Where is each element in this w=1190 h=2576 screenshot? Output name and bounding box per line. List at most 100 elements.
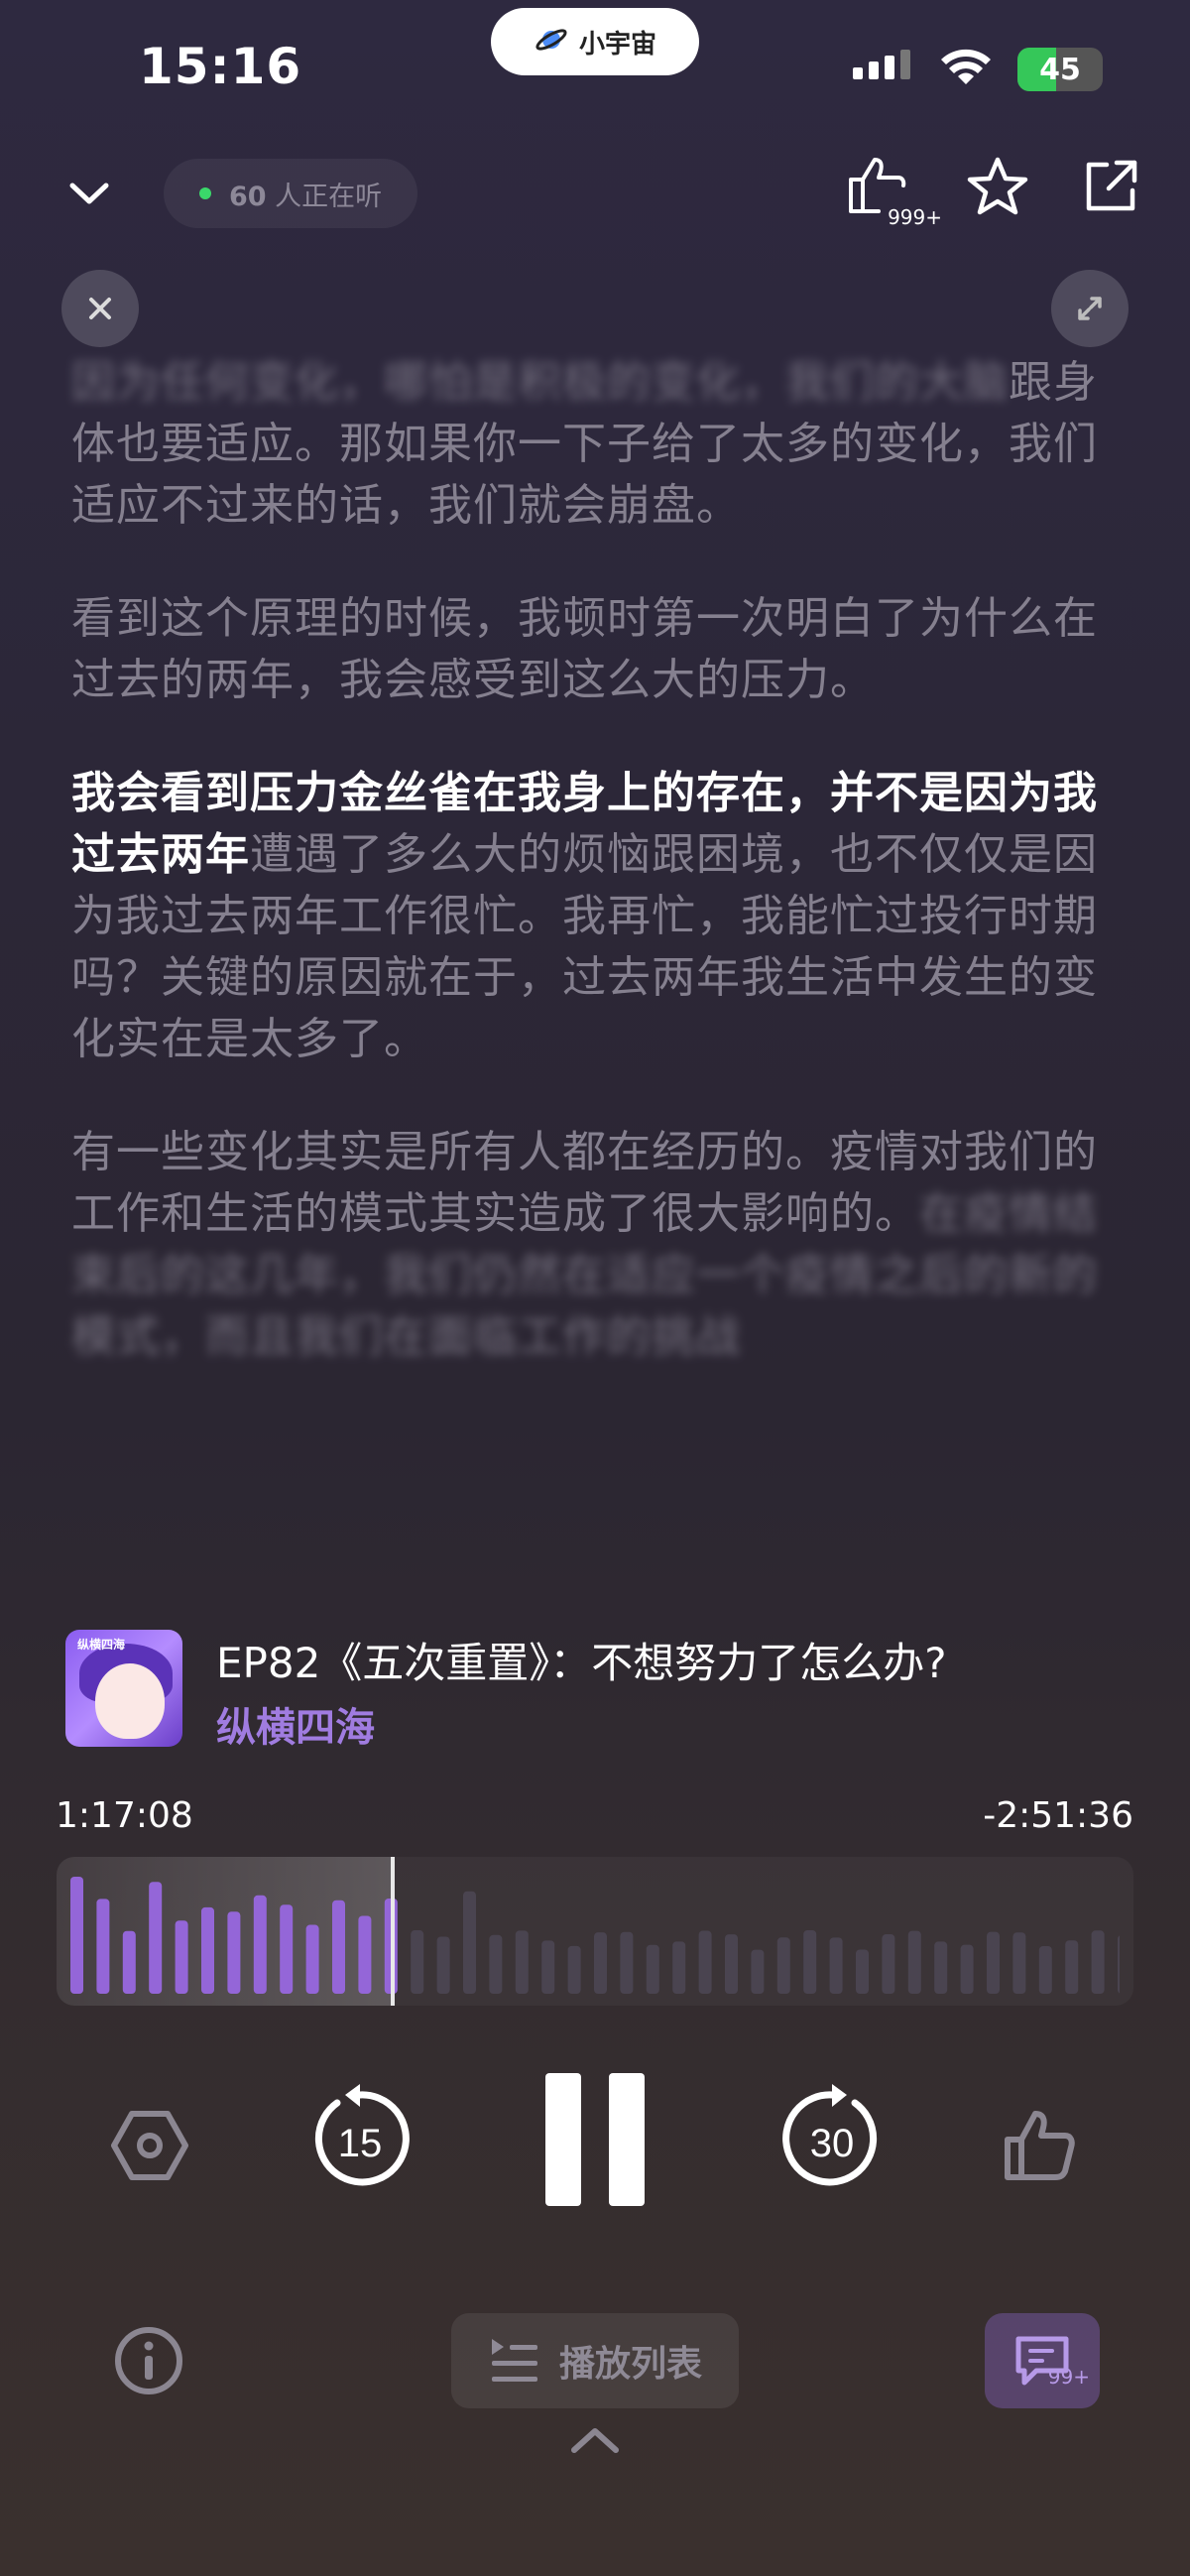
time-remaining: -2:51:36 xyxy=(983,1795,1133,1836)
waveform-scrubber[interactable] xyxy=(57,1857,1133,2006)
waveform-bar xyxy=(776,1937,790,1994)
cellular-signal-icon xyxy=(853,50,914,89)
transcript-faded-line: 因为任何变化，哪怕是积极的变化，我们的大脑 xyxy=(71,357,1009,408)
playback-controls: 15 30 xyxy=(0,2063,1190,2222)
episode-title[interactable]: EP82《五次重置》：不想努力了怎么办? xyxy=(216,1630,947,1690)
waveform-bar xyxy=(751,1949,765,1994)
waveform-bar xyxy=(567,1945,581,1994)
waveform-bar xyxy=(1091,1930,1105,1994)
waveform-bar xyxy=(960,1944,974,1994)
podcast-cover-art[interactable]: 纵横四海 xyxy=(65,1630,182,1747)
waveform-bar xyxy=(122,1930,136,1994)
waveform-bar xyxy=(987,1931,1000,1994)
waveform-bar xyxy=(907,1930,921,1994)
waveform-bar xyxy=(358,1915,372,1994)
transcript-paragraph-current: 我会看到压力金丝雀在我身上的存在，并不是因为我过去两年遭遇了多么大的烦恼跟困境，… xyxy=(71,763,1123,1070)
dynamic-island[interactable]: 小宇宙 xyxy=(491,8,699,75)
waveform-bar xyxy=(227,1911,241,1994)
waveform-bar xyxy=(332,1900,345,1994)
rewind-button[interactable]: 15 xyxy=(307,2083,413,2192)
waveform-bar xyxy=(1065,1940,1079,1994)
playlist-label: 播放列表 xyxy=(558,2344,702,2385)
info-icon xyxy=(115,2327,182,2394)
star-icon xyxy=(967,157,1028,215)
playlist-icon xyxy=(491,2339,537,2382)
expand-transcript-button[interactable] xyxy=(1051,270,1129,347)
comment-count-badge: 99+ xyxy=(1047,2365,1090,2389)
close-icon xyxy=(89,298,111,319)
waveform-bar xyxy=(411,1930,424,1994)
pause-icon xyxy=(545,2073,645,2206)
waveform-bar xyxy=(803,1930,817,1994)
rewind-15-icon: 15 xyxy=(314,2084,410,2186)
waveform-bar xyxy=(698,1930,712,1994)
waveform-bar xyxy=(672,1941,686,1994)
share-button[interactable] xyxy=(1081,157,1140,220)
battery-level: 45 xyxy=(1039,52,1081,87)
bottom-bar: 播放列表 99+ xyxy=(0,2301,1190,2420)
waveform-bar xyxy=(515,1930,529,1994)
waveform-bar xyxy=(436,1936,450,1994)
time-elapsed: 1:17:08 xyxy=(56,1795,193,1836)
rewind-seconds-label: 15 xyxy=(338,2122,383,2165)
transcript-paragraph: 有一些变化其实是所有人都在经历的。疫情对我们的工作和生活的模式其实造成了很大影响… xyxy=(71,1122,1123,1368)
transcript-text: 看到这个原理的时候，我顿时第一次明白了为什么在过去的两年，我会感受到这么大的压力… xyxy=(71,593,1098,705)
chevron-down-icon xyxy=(69,183,109,204)
playlist-button[interactable]: 播放列表 xyxy=(451,2313,739,2408)
waveform-bar xyxy=(489,1934,503,1994)
like-count-badge: 999+ xyxy=(888,205,942,229)
waveform-bar xyxy=(620,1931,634,1994)
waveform-bar xyxy=(305,1924,319,1994)
hexagon-settings-icon xyxy=(111,2111,188,2180)
thumbs-up-button[interactable] xyxy=(997,2103,1082,2188)
waveform-bar xyxy=(253,1895,267,1994)
status-icons: 45 xyxy=(853,48,1103,91)
comments-button[interactable]: 99+ xyxy=(985,2313,1100,2408)
transcript-paragraph: 因为任何变化，哪怕是积极的变化，我们的大脑跟身体也要适应。那如果你一下子给了太多… xyxy=(71,352,1123,537)
player-top-nav: 60 人正在听 999+ xyxy=(0,149,1190,238)
status-bar: 15:16 小宇宙 45 xyxy=(0,0,1190,149)
episode-info-button[interactable] xyxy=(111,2323,186,2398)
podcast-name[interactable]: 纵横四海 xyxy=(216,1695,375,1753)
waveform-bar xyxy=(1012,1932,1026,1994)
chevron-up-icon xyxy=(571,2428,619,2453)
battery-indicator: 45 xyxy=(1017,48,1103,91)
speed-settings-button[interactable] xyxy=(107,2103,192,2188)
waveform-bar xyxy=(201,1906,214,1994)
close-transcript-button[interactable] xyxy=(61,270,139,347)
live-dot-icon xyxy=(199,187,211,199)
waveform-bar xyxy=(856,1949,869,1994)
playhead-marker[interactable] xyxy=(391,1857,395,2006)
cover-face-shape xyxy=(95,1663,165,1739)
waveform-bar xyxy=(934,1941,948,1994)
episode-info: 纵横四海 EP82《五次重置》：不想努力了怎么办? 纵横四海 xyxy=(65,1630,1156,1751)
transcript-panel[interactable]: 因为任何变化，哪怕是积极的变化，我们的大脑跟身体也要适应。那如果你一下子给了太多… xyxy=(71,352,1123,1419)
cover-logo-text: 纵横四海 xyxy=(77,1638,126,1652)
listeners-suffix: 人正在听 xyxy=(275,181,383,212)
waveform-bar xyxy=(829,1937,843,1994)
waveform-bar xyxy=(96,1899,110,1994)
collapse-player-button[interactable] xyxy=(60,169,119,218)
episode-like-button[interactable]: 999+ xyxy=(845,154,942,229)
favorite-button[interactable] xyxy=(966,155,1029,222)
listeners-count: 60 xyxy=(229,181,267,212)
forward-button[interactable]: 30 xyxy=(779,2083,885,2192)
waveform-bar xyxy=(594,1932,607,1994)
waveform-bar xyxy=(280,1904,294,1994)
thumbs-up-icon xyxy=(1005,2111,1075,2180)
nav-actions: 999+ xyxy=(845,154,1140,229)
expand-details-handle[interactable] xyxy=(565,2420,625,2460)
island-app-label: 小宇宙 xyxy=(578,29,656,60)
waveform-bar xyxy=(541,1940,555,1994)
transcript-paragraph: 看到这个原理的时候，我顿时第一次明白了为什么在过去的两年，我会感受到这么大的压力… xyxy=(71,588,1123,711)
waveform-bar xyxy=(725,1934,738,1994)
waveform-bar xyxy=(463,1891,476,1994)
waveform-bars xyxy=(70,1877,1120,1994)
status-time: 15:16 xyxy=(139,38,302,95)
wifi-icon xyxy=(940,49,992,90)
pause-button[interactable] xyxy=(543,2073,647,2206)
waveform-bar xyxy=(149,1882,163,1994)
share-external-icon xyxy=(1086,160,1137,211)
live-listeners-pill[interactable]: 60 人正在听 xyxy=(164,159,418,228)
waveform-bar xyxy=(175,1920,188,1994)
